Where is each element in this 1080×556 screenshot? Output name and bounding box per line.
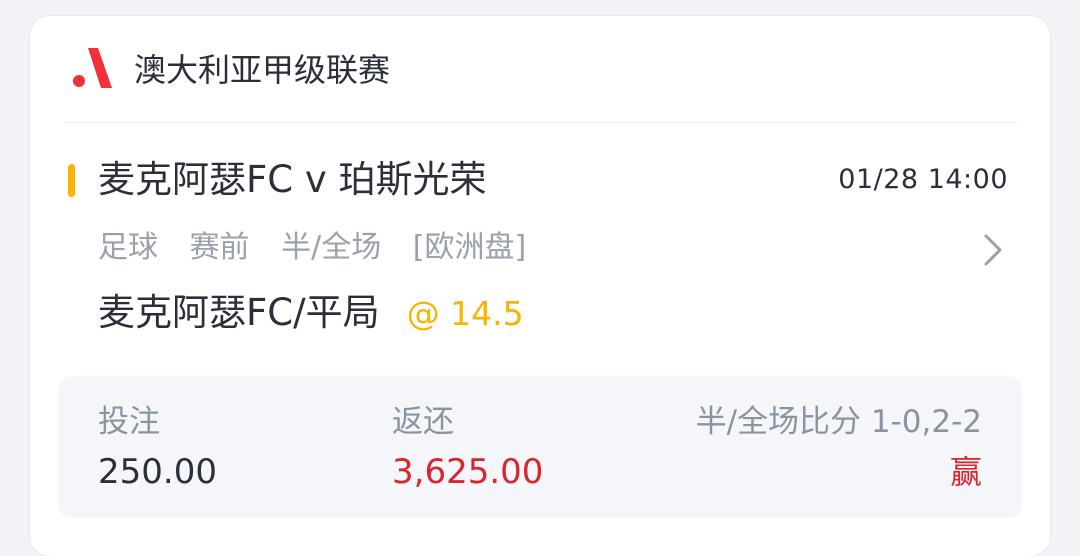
bet-record-card[interactable]: 澳大利亚甲级联赛 麦克阿瑟FC v 珀斯光荣 01/28 14:00 足球 赛前… — [30, 16, 1050, 556]
league-header: 澳大利亚甲级联赛 — [30, 16, 1050, 122]
league-name: 澳大利亚甲级联赛 — [134, 51, 391, 89]
bet-summary: 投注 250.00 返还 3,625.00 半/全场比分 1-0,2-2 赢 — [58, 376, 1022, 518]
league-logo-icon — [73, 48, 112, 88]
phase-tag: 赛前 — [189, 230, 250, 265]
selection-row: 麦克阿瑟FC/平局 @ 14.5 — [98, 288, 524, 338]
bet-meta-tags: 足球 赛前 半/全场 [欧洲盘] — [98, 226, 548, 270]
selection-odds: @ 14.5 — [406, 294, 524, 333]
stake-label: 投注 — [98, 404, 160, 440]
return-value: 3,625.00 — [392, 452, 544, 492]
match-time: 01/28 14:00 — [838, 164, 1008, 195]
chevron-right-icon[interactable] — [974, 230, 1010, 270]
score-label: 半/全场比分 1-0,2-2 — [695, 404, 982, 440]
divider — [64, 122, 1018, 123]
stake-value: 250.00 — [98, 452, 217, 492]
sport-tag: 足球 — [98, 230, 158, 265]
match-title: 麦克阿瑟FC v 珀斯光荣 — [98, 158, 487, 201]
odds-type-tag: [欧洲盘] — [412, 230, 527, 265]
match-indicator-bar — [68, 164, 75, 197]
result-badge: 赢 — [949, 453, 982, 491]
market-tag: 半/全场 — [281, 230, 382, 265]
selection-name: 麦克阿瑟FC/平局 — [98, 291, 380, 334]
return-label: 返还 — [392, 404, 454, 440]
